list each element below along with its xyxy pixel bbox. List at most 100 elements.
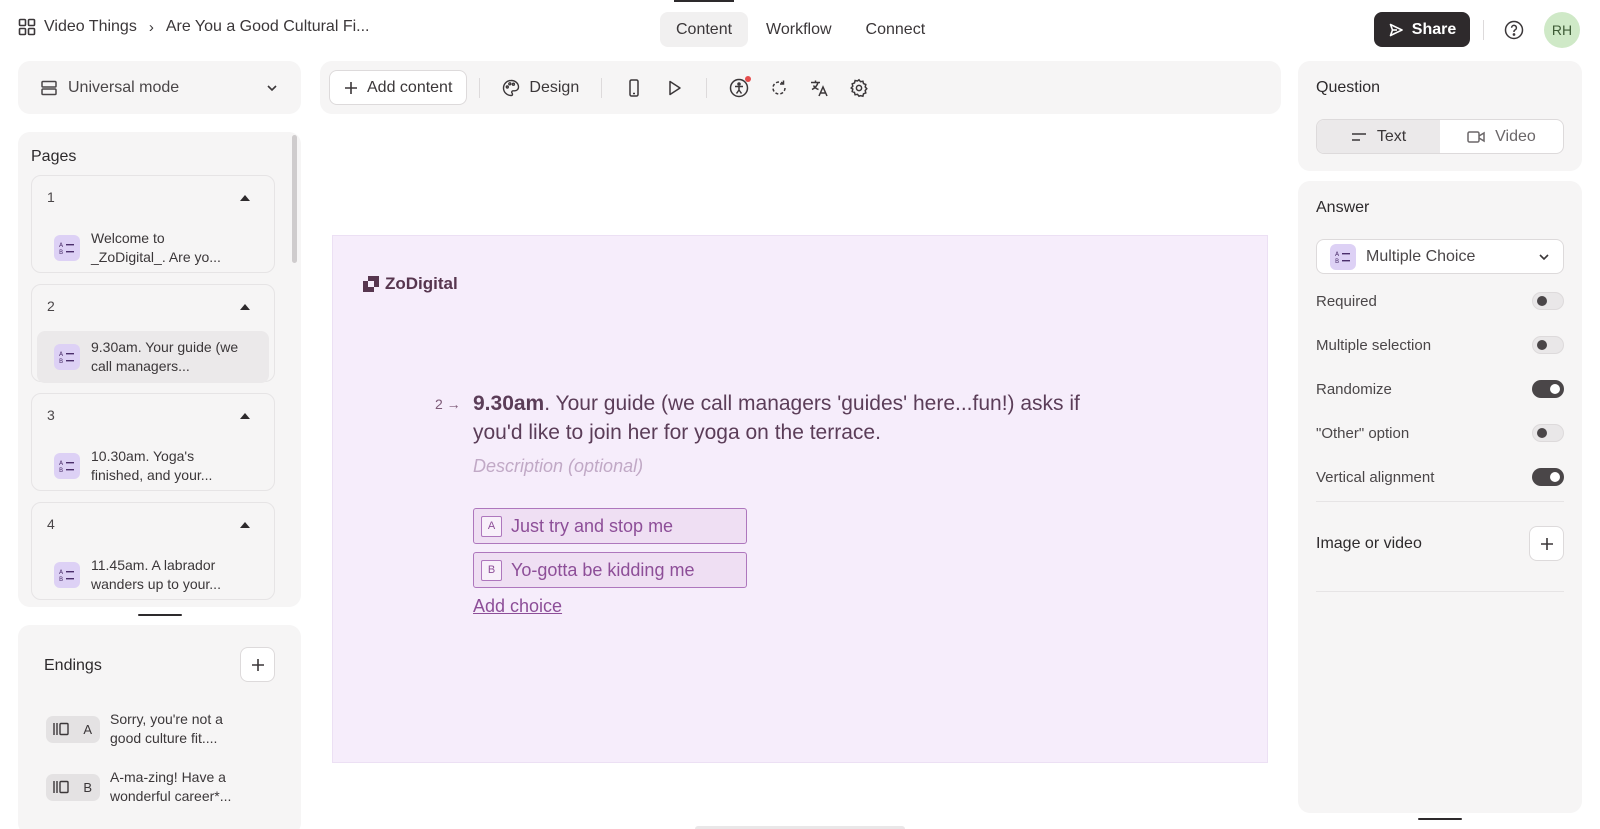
translate-icon[interactable] [809,78,829,98]
resize-handle[interactable] [1418,818,1462,820]
page-number: 4 [47,516,55,532]
design-label: Design [529,78,580,96]
ending-badge: B [46,773,100,801]
question-title: Question [1316,79,1381,96]
page-title: 10.30am. Yoga's finished, and your... [91,448,213,483]
editor-toolbar: Add content Design [320,61,1281,114]
question-text[interactable]: 9.30am. Your guide (we call managers 'gu… [473,389,1133,447]
add-content-button[interactable]: Add content [329,70,468,105]
refresh-icon[interactable] [769,78,789,98]
brand-name: ZoDigital [385,274,458,293]
collapse-caret-icon[interactable] [240,413,250,419]
palette-icon [503,79,520,96]
setting-other-option: "Other" option [1316,424,1564,442]
question-type-text[interactable]: Text [1317,120,1440,153]
divider [1316,501,1564,502]
tab-workflow[interactable]: Workflow [750,12,848,47]
answer-title: Answer [1316,199,1370,216]
tab-connect[interactable]: Connect [850,12,942,47]
breadcrumb-current[interactable]: Are You a Good Cultural Fi... [166,18,370,36]
svg-text:B: B [1335,258,1339,264]
add-media-button[interactable] [1529,526,1564,561]
page-card-2[interactable]: 2 AB 9.30am. Your guide (we call manager… [31,284,275,383]
svg-text:A: A [59,242,64,249]
vertical-alignment-toggle[interactable] [1532,468,1564,486]
chevron-down-icon [1539,253,1549,260]
page-item[interactable]: AB Welcome to _ZoDigital_. Are yo... [37,222,269,274]
ending-icon [53,780,69,794]
choice-label: Just try and stop me [511,515,674,536]
avatar[interactable]: RH [1544,12,1580,48]
multiple-choice-icon: AB [1330,243,1356,270]
tab-content[interactable]: Content [660,0,749,47]
page-item[interactable]: AB 11.45am. A labrador wanders up to you… [37,549,269,601]
page-number: 2 [47,298,55,314]
divider [601,77,603,98]
other-option-toggle[interactable] [1532,424,1564,442]
play-icon[interactable] [664,78,684,98]
share-button[interactable]: Share [1374,12,1470,47]
setting-multiple-selection: Multiple selection [1316,336,1564,354]
collapse-caret-icon[interactable] [240,522,250,528]
required-toggle[interactable] [1532,292,1564,310]
pages-title: Pages [31,148,77,165]
mode-label: Universal mode [68,78,180,96]
question-type-video[interactable]: Video [1440,120,1563,153]
add-ending-button[interactable] [240,647,275,682]
answer-type-label: Multiple Choice [1366,247,1476,265]
top-bar: Video Things › Are You a Good Cultural F… [0,0,1600,60]
multiple-selection-toggle[interactable] [1532,336,1564,354]
help-icon[interactable] [1504,20,1524,40]
share-label: Share [1411,20,1457,38]
answer-type-select[interactable]: AB Multiple Choice [1316,239,1564,274]
page-card-1[interactable]: 1 AB Welcome to _ZoDigital_. Are yo... [31,175,275,273]
divider [479,77,481,98]
plus-icon [1540,537,1553,550]
collapse-caret-icon[interactable] [240,195,250,201]
divider [1483,20,1484,40]
question-settings-panel: Question Text Video [1298,61,1582,171]
settings-icon[interactable] [849,78,869,98]
plus-icon [251,658,264,671]
svg-text:A: A [59,351,64,358]
randomize-toggle[interactable] [1532,380,1564,398]
svg-text:B: B [59,249,63,255]
divider [1316,591,1564,592]
pages-scrollbar[interactable] [292,135,297,263]
send-icon [1389,23,1403,36]
choice-key: A [481,515,502,537]
description-field[interactable]: Description (optional) [473,456,643,477]
collapse-caret-icon[interactable] [240,304,250,310]
pages-panel: Pages 1 AB Welcome to _ZoDigital_. Are y… [18,132,301,607]
brand-logo: ZoDigital [363,274,458,294]
question-number: 2 → [435,396,461,412]
mode-selector[interactable]: Universal mode [18,61,301,114]
page-card-3[interactable]: 3 AB 10.30am. Yoga's finished, and your.… [31,393,275,491]
design-button[interactable]: Design [492,79,589,97]
ending-item-a[interactable]: A Sorry, you're not a good culture fit..… [46,710,250,748]
choice-a[interactable]: A Just try and stop me [473,508,747,544]
page-number: 3 [47,407,55,423]
layers-icon [41,80,57,95]
multiple-choice-icon: AB [54,562,80,588]
page-number: 1 [47,189,55,205]
add-content-label: Add content [367,78,453,96]
question-rest-text: . Your guide (we call managers 'guides' … [473,392,1080,444]
page-item-selected[interactable]: AB 9.30am. Your guide (we call managers.… [37,331,269,383]
question-canvas[interactable]: ZoDigital 2 → 9.30am. Your guide (we cal… [332,235,1268,763]
endings-title: Endings [44,657,102,674]
divider [706,77,708,98]
image-or-video-row: Image or video [1316,526,1564,561]
setting-randomize: Randomize [1316,380,1564,398]
mobile-preview-icon[interactable] [624,78,644,98]
add-choice-link[interactable]: Add choice [473,596,562,617]
resize-handle[interactable] [138,614,182,616]
choice-b[interactable]: B Yo-gotta be kidding me [473,552,747,588]
accessibility-icon[interactable] [729,75,752,98]
breadcrumb-root[interactable]: Video Things [44,18,137,36]
page-item[interactable]: AB 10.30am. Yoga's finished, and your... [37,440,269,492]
ending-title: A-ma-zing! Have a wonderful career*... [110,769,232,804]
ending-item-b[interactable]: B A-ma-zing! Have a wonderful career*... [46,768,250,806]
page-card-4[interactable]: 4 AB 11.45am. A labrador wanders up to y… [31,502,275,600]
workspace-grid-icon[interactable] [18,18,36,36]
